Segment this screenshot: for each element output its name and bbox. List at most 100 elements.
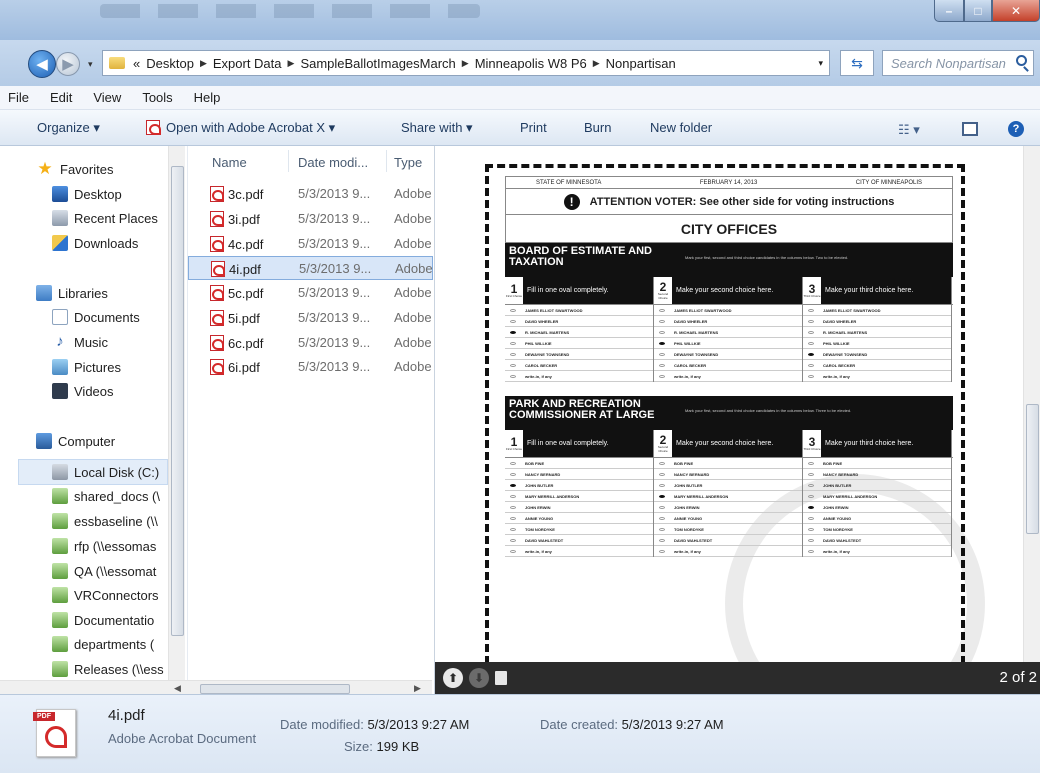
burn-button[interactable]: Burn xyxy=(584,120,611,135)
maximize-button[interactable]: □ xyxy=(964,0,992,22)
column-divider[interactable] xyxy=(386,150,387,172)
preview-scroll-thumb[interactable] xyxy=(1026,404,1039,534)
candidate-oval xyxy=(808,461,814,465)
address-bar[interactable]: « Desktop ▶ Export Data ▶ SampleBallotIm… xyxy=(102,50,830,76)
print-button[interactable]: Print xyxy=(520,120,547,135)
page-view-icon[interactable] xyxy=(495,671,507,685)
nav-shared-docs[interactable]: shared_docs (\ xyxy=(52,485,160,507)
file-row[interactable]: 5i.pdf 5/3/2013 9... Adobe xyxy=(188,306,433,330)
candidate-oval xyxy=(808,341,814,345)
search-input[interactable]: Search Nonpartisan xyxy=(882,50,1034,76)
minimize-button[interactable]: – xyxy=(934,0,964,22)
nav-recent-places[interactable]: Recent Places xyxy=(52,207,158,229)
candidate-oval xyxy=(808,319,814,323)
ballot-attention-text: ATTENTION VOTER: See other side for voti… xyxy=(589,195,895,208)
nav-videos[interactable]: Videos xyxy=(52,380,114,402)
menu-file[interactable]: File xyxy=(8,90,29,105)
nav-rfp[interactable]: rfp (\\essomas xyxy=(52,535,156,557)
file-row[interactable]: 3i.pdf 5/3/2013 9... Adobe xyxy=(188,207,433,231)
nav-documents[interactable]: Documents xyxy=(52,306,140,328)
nav-downloads[interactable]: Downloads xyxy=(52,232,138,254)
organize-button[interactable]: Organize ▾ xyxy=(37,120,100,136)
scroll-left-icon[interactable]: ◀ xyxy=(174,683,181,694)
breadcrumb-separator-icon[interactable]: ▶ xyxy=(200,58,207,69)
horizontal-scroll-thumb[interactable] xyxy=(200,684,350,694)
preview-scrollbar[interactable] xyxy=(1023,146,1040,662)
nav-qa[interactable]: QA (\\essomat xyxy=(52,560,156,582)
breadcrumb-separator-icon[interactable]: ▶ xyxy=(462,58,469,69)
file-row[interactable]: 5c.pdf 5/3/2013 9... Adobe xyxy=(188,281,433,305)
column-date-modified[interactable]: Date modi... xyxy=(298,150,368,174)
menu-edit[interactable]: Edit xyxy=(50,90,72,105)
nav-releases[interactable]: Releases (\\ess xyxy=(52,658,164,680)
nav-favorites[interactable]: ★ Favorites xyxy=(36,158,113,180)
file-row[interactable]: 3c.pdf 5/3/2013 9... Adobe xyxy=(188,182,433,206)
file-row[interactable]: 6i.pdf 5/3/2013 9... Adobe xyxy=(188,355,433,379)
nav-computer[interactable]: Computer xyxy=(36,430,115,452)
back-button[interactable]: ◀ xyxy=(28,50,56,78)
candidate-name: write-in, if any xyxy=(823,373,850,379)
candidate-oval xyxy=(659,352,665,356)
candidate-oval xyxy=(510,505,516,509)
candidate-row: JAMES ELLIOT SWARTWOOD xyxy=(654,305,802,316)
breadcrumb-export-data[interactable]: Export Data xyxy=(213,56,282,71)
nav-essbaseline[interactable]: essbaseline (\\ xyxy=(52,510,158,532)
nav-departments[interactable]: departments ( xyxy=(52,633,154,655)
nav-desktop[interactable]: Desktop xyxy=(52,183,122,205)
view-options-icon[interactable]: ☷ ▾ xyxy=(898,122,920,138)
column-name[interactable]: Name xyxy=(212,150,247,174)
search-icon[interactable] xyxy=(1016,55,1027,66)
refresh-button[interactable]: ⇆ xyxy=(840,50,874,76)
date-modified-field: Date modified: 5/3/2013 9:27 AM xyxy=(280,717,469,732)
nav-vrconnectors[interactable]: VRConnectors xyxy=(52,584,159,606)
help-icon[interactable]: ? xyxy=(1008,121,1024,137)
candidate-name: JOHN ERWIN xyxy=(823,504,849,510)
previous-page-icon[interactable]: ⬆ xyxy=(443,668,463,688)
address-dropdown-icon[interactable]: ▾ xyxy=(818,58,823,69)
next-page-icon[interactable]: ⬇ xyxy=(469,668,489,688)
candidate-name: R. MICHAEL MARTENS xyxy=(525,329,570,335)
nav-music[interactable]: ♪ Music xyxy=(52,331,108,353)
pdf-icon xyxy=(210,335,224,351)
open-with-button[interactable]: Open with Adobe Acrobat X ▾ xyxy=(146,120,335,136)
breadcrumb-desktop[interactable]: Desktop xyxy=(146,56,194,71)
nav-scroll-thumb[interactable] xyxy=(171,166,184,636)
breadcrumb-sampleballotimagesmarch[interactable]: SampleBallotImagesMarch xyxy=(300,56,455,71)
choice-column: BOB FINE NANCY BERNARD JOHN BUTLER MARY MER… xyxy=(654,458,803,557)
new-folder-button[interactable]: New folder xyxy=(650,120,712,135)
nav-rfp-label: rfp (\\essomas xyxy=(74,538,157,554)
breadcrumb-nonpartisan[interactable]: Nonpartisan xyxy=(606,56,676,71)
breadcrumb-separator-icon[interactable]: ▶ xyxy=(288,58,295,69)
share-with-button[interactable]: Share with ▾ xyxy=(401,120,473,136)
nav-scrollbar[interactable] xyxy=(168,146,185,686)
nav-libraries[interactable]: Libraries xyxy=(36,282,108,304)
breadcrumb-overflow[interactable]: « xyxy=(133,56,140,71)
preview-pane-icon[interactable] xyxy=(962,122,978,136)
choice-column: JAMES ELLIOT SWARTWOOD DAVID WHEELER R. MI… xyxy=(505,305,654,382)
candidate-row: JOHN ERWIN xyxy=(654,502,802,513)
breadcrumb-separator-icon[interactable]: ▶ xyxy=(593,58,600,69)
nav-local-disk-label: Local Disk (C:) xyxy=(74,464,160,480)
scroll-right-icon[interactable]: ▶ xyxy=(414,683,421,694)
menu-tools[interactable]: Tools xyxy=(142,90,172,105)
file-row-selected[interactable]: 4i.pdf 5/3/2013 9... Adobe xyxy=(188,256,433,280)
column-type[interactable]: Type xyxy=(394,150,422,174)
menu-view[interactable]: View xyxy=(93,90,121,105)
breadcrumb-minneapolis-w8-p6[interactable]: Minneapolis W8 P6 xyxy=(475,56,587,71)
pdf-icon xyxy=(210,236,224,252)
size-value: 199 KB xyxy=(376,739,420,754)
candidate-oval xyxy=(659,341,665,345)
file-row[interactable]: 6c.pdf 5/3/2013 9... Adobe xyxy=(188,331,433,355)
network-drive-icon xyxy=(52,563,68,579)
nav-local-disk[interactable]: Local Disk (C:) xyxy=(52,461,159,483)
candidate-name: TOM NORDYKE xyxy=(823,526,853,532)
recent-pages-dropdown[interactable]: ▾ xyxy=(88,59,93,70)
nav-documentation[interactable]: Documentatio xyxy=(52,609,154,631)
forward-button[interactable]: ▶ xyxy=(56,52,80,76)
file-row[interactable]: 4c.pdf 5/3/2013 9... Adobe xyxy=(188,232,433,256)
menu-help[interactable]: Help xyxy=(194,90,221,105)
nav-pictures[interactable]: Pictures xyxy=(52,356,121,378)
column-divider[interactable] xyxy=(288,150,289,172)
candidate-name: JOHN BUTLER xyxy=(823,482,852,488)
close-button[interactable]: ✕ xyxy=(992,0,1040,22)
